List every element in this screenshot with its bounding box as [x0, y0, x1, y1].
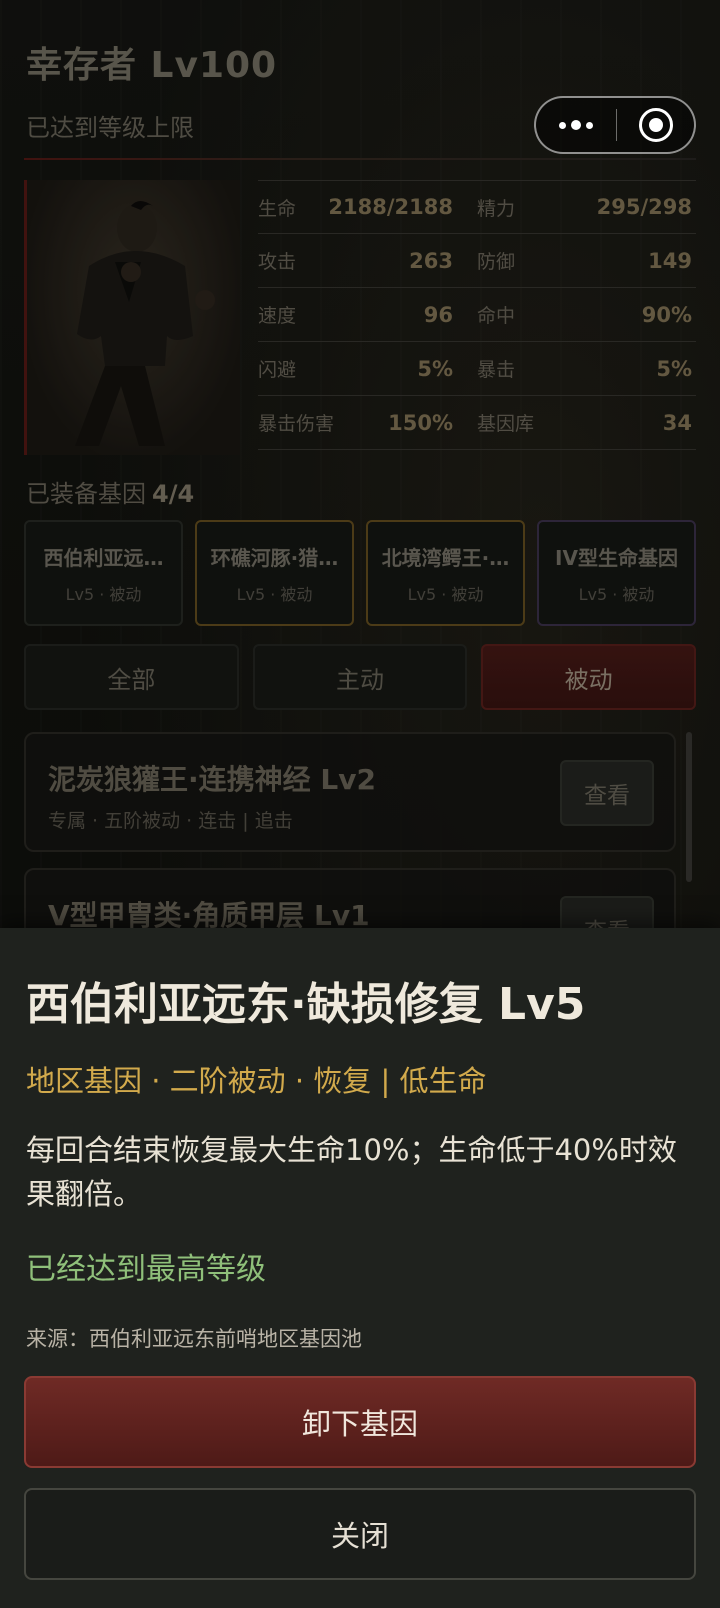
gene-detail-tags: 地区基因 · 二阶被动 · 恢复 | 低生命	[26, 1064, 487, 1098]
gene-slot-meta: Lv5 · 被动	[236, 584, 313, 604]
page-title: 幸存者 Lv100	[26, 45, 278, 86]
stat-value: 5%	[656, 356, 692, 381]
more-dots-icon[interactable]	[536, 98, 616, 152]
gene-slot[interactable]: 西伯利亚远… Lv5 · 被动	[24, 520, 183, 626]
gene-filter-tabs: 全部 主动 被动	[24, 644, 697, 710]
stat-value: 295/298	[596, 195, 692, 219]
stat-value: 5%	[417, 356, 453, 381]
gene-detail-description: 每回合结束恢复最大生命10%；生命低于40%时效果翻倍。	[26, 1133, 677, 1211]
max-level-notice: 已经达到最高等级	[26, 1252, 266, 1287]
stat-label: 速度	[258, 305, 297, 327]
stat-value: 263	[409, 248, 453, 273]
gene-slot[interactable]: IV型生命基因 Lv5 · 被动	[537, 520, 696, 626]
equipped-label: 已装备基因	[26, 480, 146, 508]
stat-value: 96	[423, 302, 453, 327]
gene-slot-name: 西伯利亚远…	[43, 545, 164, 570]
stat-label: 生命	[258, 197, 297, 220]
gene-detail-title: 西伯利亚远东·缺损修复 Lv5	[26, 979, 586, 1030]
stat-label: 基因库	[477, 413, 535, 435]
list-scrollbar[interactable]	[686, 732, 692, 882]
gene-detail-sheet: 西伯利亚远东·缺损修复 Lv5 地区基因 · 二阶被动 · 恢复 | 低生命 每…	[0, 928, 720, 1608]
stat-label: 暴击	[477, 359, 516, 381]
header-divider	[24, 158, 696, 160]
equipped-count: 4/4	[152, 480, 195, 508]
stat-label: 攻击	[258, 251, 297, 273]
stat-label: 暴击伤害	[258, 413, 335, 435]
gene-list-title: 泥炭狼獾王·连携神经 Lv2	[48, 763, 376, 796]
page-subtitle: 已达到等级上限	[26, 114, 194, 142]
gene-slot-meta: Lv5 · 被动	[407, 584, 484, 604]
gene-slot-meta: Lv5 · 被动	[578, 584, 655, 604]
survivor-portrait	[24, 180, 240, 455]
tab-passive[interactable]: 被动	[481, 644, 697, 710]
stat-label: 命中	[477, 305, 516, 327]
tab-all[interactable]: 全部	[24, 644, 239, 710]
gene-slot[interactable]: 环礁河豚·猎… Lv5 · 被动	[195, 520, 354, 626]
stat-label: 精力	[477, 197, 516, 220]
gene-list-item[interactable]: 泥炭狼獾王·连携神经 Lv2 专属 · 五阶被动 · 连击 | 追击 查看	[24, 732, 676, 852]
gene-slot-name: 北境湾鳄王·…	[381, 545, 510, 570]
stat-row: 暴击伤害 150% 基因库 34	[258, 396, 696, 450]
stat-value: 2188/2188	[328, 195, 453, 219]
stat-value: 149	[648, 248, 692, 273]
mini-program-capsule	[534, 96, 696, 154]
gene-slot-name: 环礁河豚·猎…	[210, 545, 339, 570]
stat-row: 生命 2188/2188 精力 295/298	[258, 180, 696, 234]
tab-active[interactable]: 主动	[252, 644, 468, 710]
stat-label: 防御	[477, 251, 516, 273]
stat-value: 150%	[388, 410, 453, 435]
gene-source: 来源：西伯利亚远东前哨地区基因池	[26, 1327, 362, 1351]
stat-row: 速度 96 命中 90%	[258, 288, 696, 342]
unequip-gene-button[interactable]: 卸下基因	[24, 1376, 696, 1468]
gene-slot[interactable]: 北境湾鳄王·… Lv5 · 被动	[366, 520, 525, 626]
target-close-icon[interactable]	[617, 108, 694, 142]
view-button[interactable]: 查看	[560, 760, 654, 826]
stat-value: 34	[662, 410, 692, 435]
stat-label: 闪避	[258, 359, 297, 381]
stats-table: 生命 2188/2188 精力 295/298 攻击 263 防御 149 速度 96 命…	[258, 180, 696, 450]
stat-value: 90%	[641, 302, 692, 327]
close-button[interactable]: 关闭	[24, 1488, 696, 1580]
equipped-genes-heading: 已装备基因 4/4	[26, 474, 194, 509]
stat-row: 闪避 5% 暴击 5%	[258, 342, 696, 396]
stat-row: 攻击 263 防御 149	[258, 234, 696, 288]
gene-slot-name: IV型生命基因	[555, 545, 678, 570]
equipped-gene-slots: 西伯利亚远… Lv5 · 被动 环礁河豚·猎… Lv5 · 被动 北境湾鳄王·……	[24, 520, 696, 626]
gene-list-subtitle: 专属 · 五阶被动 · 连击 | 追击	[48, 810, 293, 832]
gene-slot-meta: Lv5 · 被动	[65, 584, 142, 604]
